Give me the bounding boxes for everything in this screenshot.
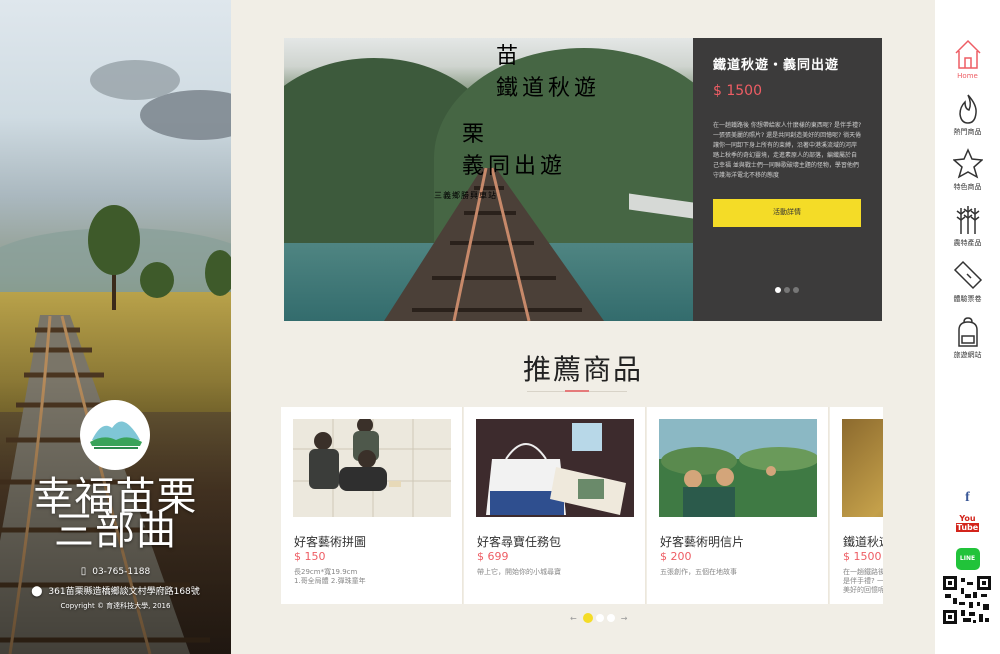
phone-row: ▯ 03-765-1188: [0, 566, 231, 577]
product-name: 鐵道秋遊・義同出遊: [843, 535, 883, 549]
carousel-pager: ← →: [567, 613, 630, 623]
hero-overlay-line4: 義同出遊: [462, 154, 567, 179]
mountain-logo-icon: [90, 421, 142, 449]
product-name: 好客尋寶任務包: [477, 535, 562, 549]
product-name: 好客藝術拼圖: [294, 535, 367, 549]
pager-dot[interactable]: [595, 614, 604, 622]
nav-label: 體驗票卷: [953, 295, 982, 303]
logo-emblem: [80, 400, 150, 470]
qr-code-icon: [943, 576, 991, 624]
qr-code[interactable]: [943, 576, 991, 624]
section-divider: [527, 390, 627, 392]
phone-number: 03-765-1188: [92, 567, 151, 577]
slider-dot[interactable]: [793, 287, 799, 293]
hero-slider-dots: [775, 287, 799, 293]
product-description: 帶上它，開始你的小城尋寶: [477, 568, 561, 576]
nav-experience-tickets[interactable]: 體驗票卷: [935, 260, 1000, 304]
hero-banner: 苗 鐵道秋遊 栗 義同出遊 三義鄉勝興車站 鐵道秋遊・義同出遊 $ 1500 在…: [284, 38, 882, 321]
nav-label: 旅遊網站: [953, 351, 982, 359]
facebook-icon[interactable]: f: [935, 490, 1000, 506]
backpack-icon: [957, 317, 978, 347]
product-price: $ 200: [660, 550, 692, 563]
pager-dot[interactable]: [582, 613, 593, 623]
pager-dot[interactable]: [606, 614, 615, 622]
product-card[interactable]: 鐵道秋遊・義同出遊 $ 1500 在一趟鐵路後 你想帶給家人什麼樣的東西呢? 是…: [830, 407, 883, 604]
product-price: $ 699: [477, 550, 509, 563]
product-image: [842, 419, 883, 517]
product-card[interactable]: 好客藝術明信片 $ 200 五張創作，五個在地故事: [647, 407, 829, 604]
wheat-icon: [956, 206, 979, 234]
product-name: 好客藝術明信片: [660, 535, 745, 549]
hero-overlay-text: 苗 鐵道秋遊: [496, 38, 600, 102]
nav-label: 熱門商品: [953, 128, 982, 136]
brand-title: 幸福苗栗 三部曲: [0, 477, 231, 551]
nav-label: Home: [957, 72, 978, 80]
nav-travel-sites[interactable]: 旅遊網站: [935, 316, 1000, 360]
nav-home[interactable]: Home: [935, 38, 1000, 80]
product-card[interactable]: 好客尋寶任務包 $ 699 帶上它，開始你的小城尋寶: [464, 407, 646, 604]
hero-title: 鐵道秋遊・義同出遊: [713, 58, 840, 73]
nav-hot-products[interactable]: 熱門商品: [935, 93, 1000, 137]
prev-arrow-icon[interactable]: ←: [570, 614, 577, 623]
hero-image: 苗 鐵道秋遊 栗 義同出遊 三義鄉勝興車站: [284, 38, 693, 321]
activity-details-button[interactable]: 活動詳情: [713, 199, 861, 227]
product-price: $ 1500: [843, 550, 882, 563]
nav-label: 農特產品: [953, 239, 982, 247]
product-card[interactable]: 好客藝術拼圖 $ 150 長29cm*寬19.9cm 1.哥全局體 2.彈珠童年: [281, 407, 463, 604]
hero-price: $ 1500: [713, 83, 762, 99]
nav-featured-products[interactable]: 特色商品: [935, 148, 1000, 192]
product-description: 在一趟鐵路後 你想帶給家人什麼樣的東西呢? 是伴手禮? 一張張美麗的照片? 美好…: [843, 568, 883, 594]
product-price: $ 150: [294, 550, 326, 563]
product-image: [476, 419, 634, 517]
hero-location: 三義鄉勝興車站: [434, 191, 497, 200]
address-row: ⬤ 361苗栗縣造橋鄉談文村學府路168號: [0, 584, 231, 597]
product-image: [659, 419, 817, 517]
main-content: 苗 鐵道秋遊 栗 義同出遊 三義鄉勝興車站 鐵道秋遊・義同出遊 $ 1500 在…: [231, 0, 935, 654]
hero-info-panel: 鐵道秋遊・義同出遊 $ 1500 在一趟鐵路後 你想帶給家人什麼樣的東西呢? 是…: [693, 38, 882, 321]
home-icon: [954, 39, 981, 69]
hero-description: 在一趟鐵路後 你想帶給家人什麼樣的東西呢? 是伴手禮? 一張張美麗的照片? 還是…: [713, 122, 862, 179]
phone-icon: ▯: [80, 566, 87, 577]
side-nav: Home 熱門商品 特色商品 農特產品 體驗票卷 旅遊網站 f You Tube…: [935, 0, 1000, 654]
address-text: 361苗栗縣造橋鄉談文村學府路168號: [48, 587, 200, 597]
brand-panel: 幸福苗栗 三部曲 ▯ 03-765-1188 ⬤ 361苗栗縣造橋鄉談文村學府路16…: [0, 0, 231, 654]
hero-overlay-line2: 鐵道秋遊: [496, 76, 601, 101]
flame-icon: [958, 94, 977, 124]
location-pin-icon: ⬤: [31, 586, 43, 597]
nav-label: 特色商品: [953, 183, 982, 191]
product-description: 五張創作，五個在地故事: [660, 568, 737, 576]
product-carousel: 好客藝術拼圖 $ 150 長29cm*寬19.9cm 1.哥全局體 2.彈珠童年…: [281, 407, 883, 604]
product-image: [293, 419, 451, 517]
hero-overlay-line1: 苗: [496, 44, 523, 69]
slider-dot[interactable]: [775, 287, 781, 293]
star-icon: [952, 148, 983, 179]
youtube-label-bottom: Tube: [955, 523, 980, 532]
copyright: Copyright © 育達科技大學, 2016: [60, 602, 171, 610]
line-icon[interactable]: LINE: [935, 545, 1000, 570]
ticket-icon: [953, 260, 982, 290]
line-label: LINE: [955, 548, 980, 570]
youtube-icon[interactable]: You Tube: [935, 514, 1000, 534]
product-description: 長29cm*寬19.9cm 1.哥全局體 2.彈珠童年: [294, 568, 366, 585]
nav-agricultural-products[interactable]: 農特產品: [935, 204, 1000, 248]
section-title: 推薦商品: [522, 353, 643, 386]
hero-overlay-line3: 栗: [462, 122, 489, 147]
youtube-label-top: You: [959, 514, 976, 523]
next-arrow-icon[interactable]: →: [621, 614, 628, 623]
hero-overlay-text-2: 栗 義同出遊: [462, 116, 566, 180]
slider-dot[interactable]: [784, 287, 790, 293]
